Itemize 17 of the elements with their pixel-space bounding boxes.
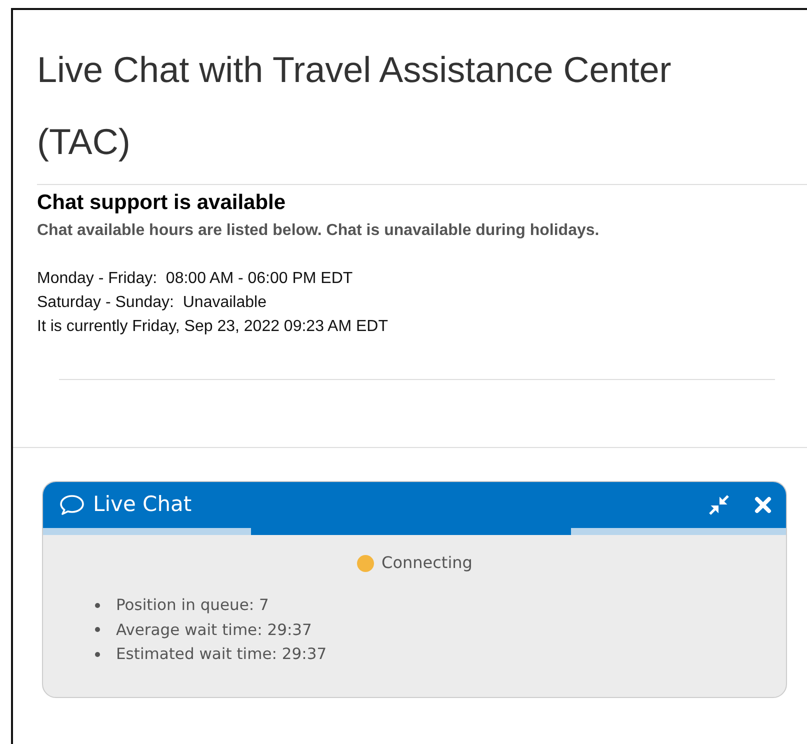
status-label: Connecting (382, 552, 472, 574)
hours-line: Monday - Friday: 08:00 AM - 06:00 PM EDT (37, 269, 353, 289)
queue-info-item: Estimated wait time: 29:37 (116, 644, 327, 665)
bullet-icon (95, 627, 100, 632)
hours-line: Saturday - Sunday: Unavailable (37, 293, 266, 313)
availability-note: Chat available hours are listed below. Chat is unavailable during holidays. (37, 221, 600, 241)
queue-info-item: Position in queue: 7 (116, 595, 269, 616)
availability-heading: Chat support is available (37, 191, 287, 215)
minimize-button[interactable] (708, 494, 730, 516)
page-title: Live Chat with Travel Assistance Center (TAC) (36, 48, 672, 164)
bullet-icon (95, 602, 100, 608)
hours-line: It is currently Friday, Sep 23, 2022 09:23 AM EDT (37, 317, 388, 337)
speech-bubble-icon (59, 494, 85, 516)
chat-title: Live Chat (93, 491, 192, 518)
queue-info-item: Average wait time: 29:37 (116, 620, 312, 640)
close-button[interactable] (754, 496, 772, 514)
bullet-icon (95, 652, 100, 657)
